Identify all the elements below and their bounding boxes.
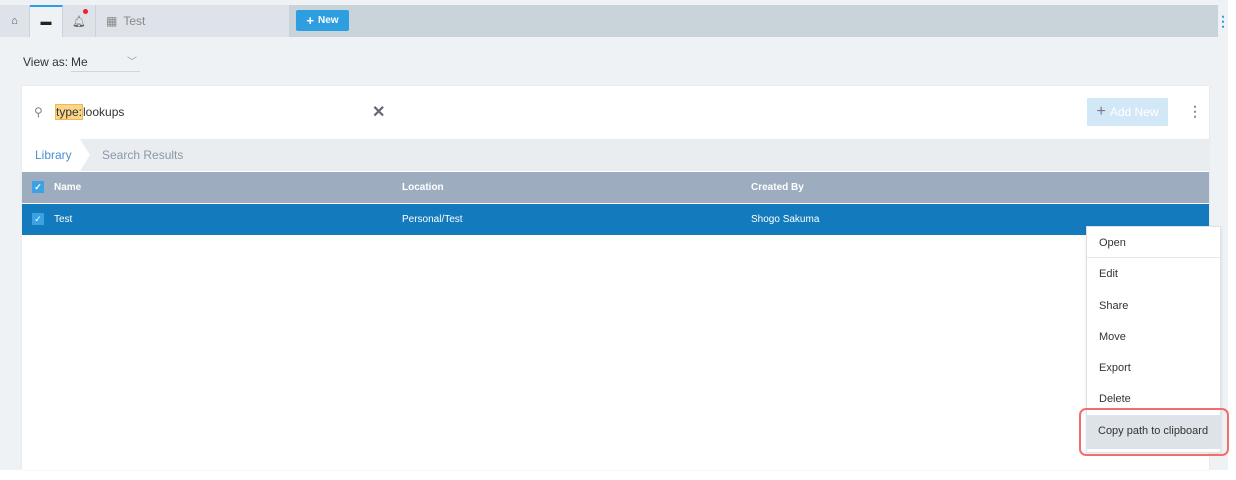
more-options-icon[interactable]: ⋮ (1188, 103, 1202, 120)
more-options-icon[interactable]: ⋮ (1216, 5, 1230, 37)
view-as-value: Me (71, 55, 88, 69)
view-as-select[interactable]: Me ﹀ (71, 52, 140, 72)
folder-icon: ▬ (40, 16, 52, 28)
select-all-checkbox[interactable]: ✓ (32, 181, 44, 193)
breadcrumb-search-results[interactable]: Search Results (102, 148, 183, 162)
library-panel: ⚲ type:lookups ✕ + Add New ⋮ Library Sear… (22, 86, 1209, 470)
row-name: Test (54, 214, 73, 225)
app: ⌂ ▬ 🔔︎ ▦ Test + New ⋮ View as: Me ﹀ ⚲ type:… (0, 0, 1230, 470)
column-location[interactable]: Location (402, 182, 444, 193)
row-location: Personal/Test (402, 214, 463, 225)
search-input[interactable]: type:lookups (55, 104, 125, 120)
tab-folder[interactable]: ▬ (30, 5, 63, 37)
clear-search-icon[interactable]: ✕ (372, 102, 385, 122)
add-new-button[interactable]: + Add New (1087, 98, 1168, 126)
chevron-down-icon: ﹀ (127, 57, 137, 68)
add-new-label: Add New (1109, 105, 1159, 119)
plus-icon: + (1096, 103, 1106, 120)
column-created-by[interactable]: Created By (751, 182, 804, 193)
menu-item-edit[interactable]: Edit (1087, 258, 1220, 289)
home-icon: ⌂ (11, 15, 18, 27)
view-as-label: View as: (23, 55, 69, 69)
table-icon: ▦ (106, 14, 118, 28)
plus-icon: + (306, 13, 315, 28)
tab-test-label: Test (123, 14, 146, 28)
tab-notifications[interactable]: 🔔︎ (63, 5, 96, 37)
notification-dot (83, 9, 88, 14)
search-icon: ⚲ (34, 105, 43, 119)
menu-item-share[interactable]: Share (1087, 290, 1220, 321)
new-button[interactable]: + New (296, 10, 349, 31)
breadcrumb: Library Search Results (22, 139, 1209, 171)
row-created-by: Shogo Sakuma (751, 214, 820, 225)
row-checkbox[interactable]: ✓ (32, 213, 44, 225)
new-label: New (318, 15, 339, 26)
menu-item-move[interactable]: Move (1087, 321, 1220, 352)
highlight-outline (1079, 408, 1229, 456)
tab-home[interactable]: ⌂ (0, 5, 30, 37)
menu-item-open[interactable]: Open (1087, 227, 1220, 259)
search-prefix-token: type: (55, 104, 84, 120)
tab-test[interactable]: ▦ Test (96, 5, 290, 37)
column-name[interactable]: Name (54, 182, 81, 193)
search-bar: ⚲ type:lookups ✕ + Add New ⋮ (22, 86, 1209, 139)
table-row[interactable]: ✓ Test Personal/Test Shogo Sakuma (22, 204, 1209, 235)
bell-icon: 🔔︎ (72, 15, 86, 28)
breadcrumb-library[interactable]: Library (22, 139, 90, 171)
menu-item-export[interactable]: Export (1087, 352, 1220, 383)
search-query: lookups (83, 105, 125, 119)
tab-bar: ⌂ ▬ 🔔︎ ▦ Test + New ⋮ (0, 5, 1230, 37)
table-header: ✓ Name Location Created By (22, 172, 1209, 203)
